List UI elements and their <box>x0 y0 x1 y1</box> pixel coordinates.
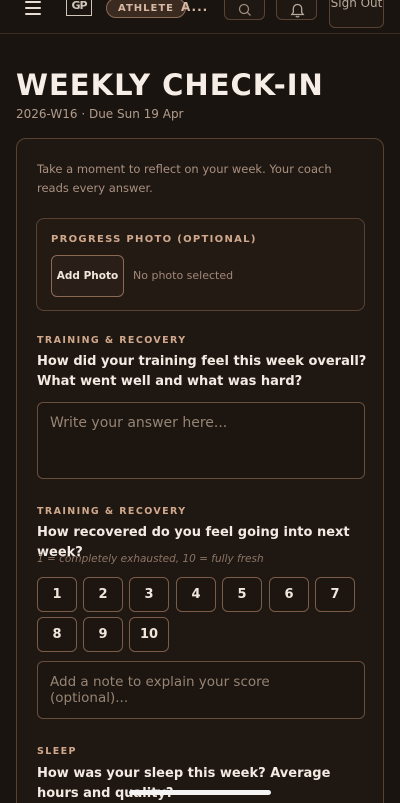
q1-section-label: TRAINING & RECOVERY <box>37 335 187 346</box>
search-icon <box>238 3 251 16</box>
home-indicator <box>129 790 271 795</box>
score-button-10[interactable]: 10 <box>129 617 169 652</box>
notifications-button[interactable] <box>276 0 317 20</box>
photo-label: PROGRESS PHOTO (OPTIONAL) <box>51 234 257 245</box>
score-button-3[interactable]: 3 <box>129 577 169 612</box>
logo[interactable]: GP <box>66 0 92 16</box>
page-title: WEEKLY CHECK-IN <box>16 68 324 102</box>
score-button-6[interactable]: 6 <box>269 577 309 612</box>
q3-question: How was your sleep this week? Average ho… <box>37 766 331 801</box>
score-button-9[interactable]: 9 <box>83 617 123 652</box>
page-subtitle: 2026-W16 · Due Sun 19 Apr <box>16 107 184 121</box>
scale-hint: 1 = completely exhausted, 10 = fully fre… <box>37 553 264 565</box>
menu-icon[interactable] <box>25 1 41 15</box>
photo-status: No photo selected <box>133 269 234 282</box>
score-button-5[interactable]: 5 <box>222 577 262 612</box>
score-button-1[interactable]: 1 <box>37 577 77 612</box>
progress-photo-section: PROGRESS PHOTO (OPTIONAL) Add Photo No p… <box>36 218 365 311</box>
check-in-form: Take a moment to reflect on your week. Y… <box>16 138 384 803</box>
top-bar: GP ATHLETE A... Sign Out <box>0 0 400 34</box>
q1-answer-input[interactable]: Write your answer here... <box>37 402 365 479</box>
score-button-4[interactable]: 4 <box>176 577 216 612</box>
intro-text: Take a moment to reflect on your week. Y… <box>37 162 332 195</box>
q2-section-label: TRAINING & RECOVERY <box>37 506 187 517</box>
q1-question: How did your training feel this week ove… <box>37 354 367 389</box>
user-name[interactable]: A... <box>181 0 208 14</box>
sign-out-button[interactable]: Sign Out <box>329 0 384 28</box>
score-note-input[interactable]: Add a note to explain your score (option… <box>37 661 365 719</box>
score-button-7[interactable]: 7 <box>315 577 355 612</box>
q3-section-label: SLEEP <box>37 746 77 757</box>
role-badge: ATHLETE <box>106 0 187 18</box>
bell-icon <box>290 3 305 18</box>
score-button-8[interactable]: 8 <box>37 617 77 652</box>
score-button-2[interactable]: 2 <box>83 577 123 612</box>
search-button[interactable] <box>224 0 265 20</box>
add-photo-button[interactable]: Add Photo <box>51 255 124 297</box>
